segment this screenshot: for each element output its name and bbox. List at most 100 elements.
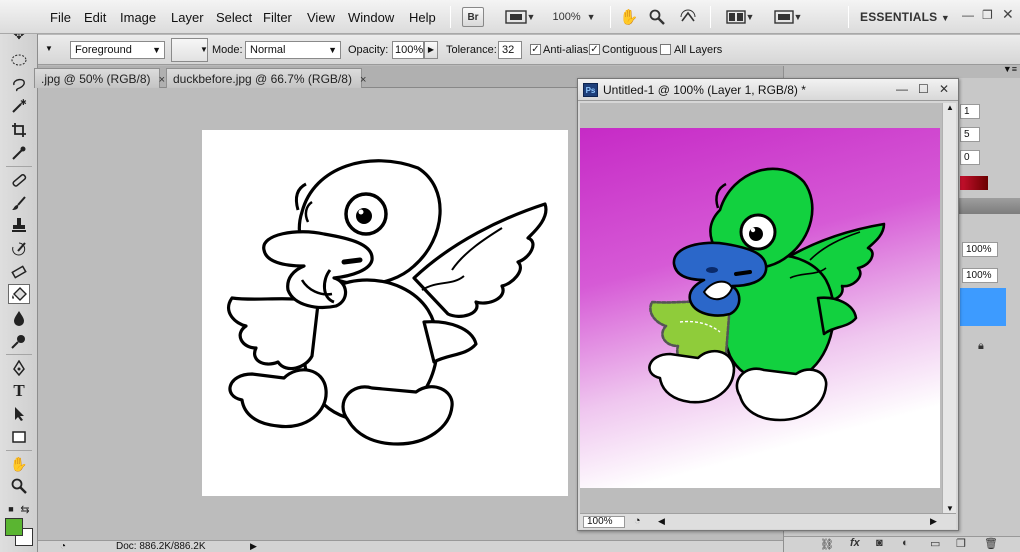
scroll-left-icon[interactable]: ◀ [658,516,665,527]
menu-divider [610,6,611,28]
menu-edit[interactable]: Edit [84,10,106,25]
antialias-checkbox[interactable]: ✓ [530,44,541,55]
contiguous-checkbox[interactable]: ✓ [589,44,600,55]
status-menu-arrow-icon[interactable]: ▶ [250,541,257,552]
blend-mode-select[interactable]: Normal ▼ [245,41,341,59]
menu-divider [848,6,849,28]
film-strip-icon [504,10,527,24]
opacity-slider-button[interactable]: ▶ [424,41,438,59]
marquee-icon[interactable] [8,50,30,70]
zoom-level-value: 100% [552,11,581,23]
swap-colors-icon[interactable]: ⇆ [18,499,32,519]
layer-fill-input[interactable]: 100% [962,268,998,283]
eyedropper-icon[interactable] [8,143,30,163]
status-info-icon[interactable]: ◔ [60,541,66,552]
minimize-window-icon[interactable]: — [896,82,908,96]
view-extras-button[interactable]: ▼ [498,7,542,27]
contiguous-label: Contiguous [602,44,658,56]
tool-preset-picker[interactable]: ▼ [42,41,56,59]
zoom-level-select[interactable]: 100% ▼ [548,7,600,27]
hand-tool-icon[interactable]: ✋ [618,7,640,27]
crop-icon[interactable] [8,120,30,140]
menu-help[interactable]: Help [409,10,436,25]
close-app-icon[interactable]: ✕ [1002,6,1014,23]
scroll-up-icon[interactable]: ▲ [946,103,954,112]
menu-window[interactable]: Window [348,10,394,25]
dodge-icon[interactable] [8,331,30,351]
new-group-icon[interactable]: ▭ [930,537,940,550]
adjustment-layer-icon[interactable]: ◐ [902,537,909,549]
default-colors-icon[interactable]: ■ [4,499,18,519]
panel-field-a[interactable]: 1 [960,104,980,119]
rotate-view-icon[interactable] [676,7,700,27]
path-select-icon[interactable] [8,404,30,424]
menu-file[interactable]: File [50,10,71,25]
lasso-icon[interactable] [8,74,30,94]
blur-icon[interactable] [8,308,30,328]
status-info-icon[interactable]: ◔ [634,515,641,527]
panel-menu-icon[interactable]: ▼≡ [1003,64,1017,74]
menu-layer[interactable]: Layer [171,10,204,25]
opacity-input[interactable]: 100% [392,41,424,59]
clone-stamp-icon[interactable] [8,215,30,235]
paint-bucket-icon[interactable] [8,284,30,304]
colored-duck-image[interactable] [580,128,940,488]
screen-mode-button[interactable]: ▼ [766,7,810,27]
delete-layer-icon[interactable]: 🗑︎ [984,537,998,550]
floating-canvas-area[interactable] [580,103,942,513]
hand-icon[interactable]: ✋ [8,454,30,474]
window-title-bar[interactable]: Ps Untitled-1 @ 100% (Layer 1, RGB/8) * … [578,79,958,101]
close-tab-icon[interactable]: × [159,74,165,86]
link-layers-icon[interactable]: ⛓ [820,538,834,551]
document-status-bar: ◔ Doc: 886.2K/886.2K ▶ [38,540,783,552]
all-layers-checkbox[interactable] [660,44,671,55]
close-window-icon[interactable]: ✕ [939,82,949,96]
tolerance-input[interactable]: 32 [498,41,522,59]
arrange-documents-button[interactable]: ▼ [720,7,760,27]
document-tab[interactable]: duckbefore.jpg @ 66.7% (RGB/8) × [166,68,366,88]
magic-wand-icon[interactable]: ✱ [8,96,30,116]
menu-filter[interactable]: Filter [263,10,292,25]
pen-icon[interactable] [8,358,30,378]
duck-lineart-image[interactable] [202,130,568,496]
menu-select[interactable]: Select [216,10,252,25]
scroll-down-icon[interactable]: ▼ [946,504,954,513]
layer-opacity-input[interactable]: 100% [962,242,998,257]
shape-icon[interactable] [8,427,30,447]
fx-icon[interactable]: fx [850,537,860,549]
document-tab-label: .jpg @ 50% (RGB/8) [41,72,151,86]
history-brush-icon[interactable] [8,239,30,259]
restore-app-icon[interactable]: ❐ [982,8,993,22]
selected-layer-row[interactable] [960,288,1006,326]
fill-source-select[interactable]: Foreground ▼ [70,41,165,59]
healing-brush-icon[interactable] [8,170,30,190]
pattern-picker[interactable]: ▼ [171,38,208,62]
panel-field-c[interactable]: 0 [960,150,980,165]
foreground-color-swatch[interactable] [5,518,23,536]
zoom-tool-icon[interactable] [646,7,668,27]
chevron-down-icon: ▼ [745,12,755,22]
color-ramp[interactable] [960,176,988,190]
window-zoom-input[interactable]: 100% [583,516,625,528]
antialias-label: Anti-alias [543,44,589,56]
brush-icon[interactable] [8,193,30,213]
type-icon[interactable]: T [8,381,30,401]
new-layer-icon[interactable]: ❐ [956,537,966,550]
workspace-switcher[interactable]: ESSENTIALS ▼ [860,10,950,24]
document-tab[interactable]: .jpg @ 50% (RGB/8) × [34,68,165,88]
menu-image[interactable]: Image [120,10,156,25]
menu-view[interactable]: View [307,10,335,25]
close-tab-icon[interactable]: × [360,74,366,86]
launch-bridge-button[interactable]: Br [462,7,484,27]
lock-icon[interactable]: 🔒︎ [978,340,984,353]
maximize-window-icon[interactable]: ☐ [918,82,929,96]
document-tab-label: duckbefore.jpg @ 66.7% (RGB/8) [173,72,352,86]
tools-panel: ◂◂ ✥ ✱ T [0,0,38,552]
panel-field-b[interactable]: 5 [960,127,980,142]
minimize-app-icon[interactable]: — [962,8,974,22]
vertical-scrollbar[interactable]: ▲ ▼ [942,103,956,513]
eraser-icon[interactable] [8,262,30,282]
layer-mask-icon[interactable]: ◙ [876,537,883,549]
zoom-icon[interactable] [8,476,30,496]
scroll-right-icon[interactable]: ▶ [930,516,937,527]
